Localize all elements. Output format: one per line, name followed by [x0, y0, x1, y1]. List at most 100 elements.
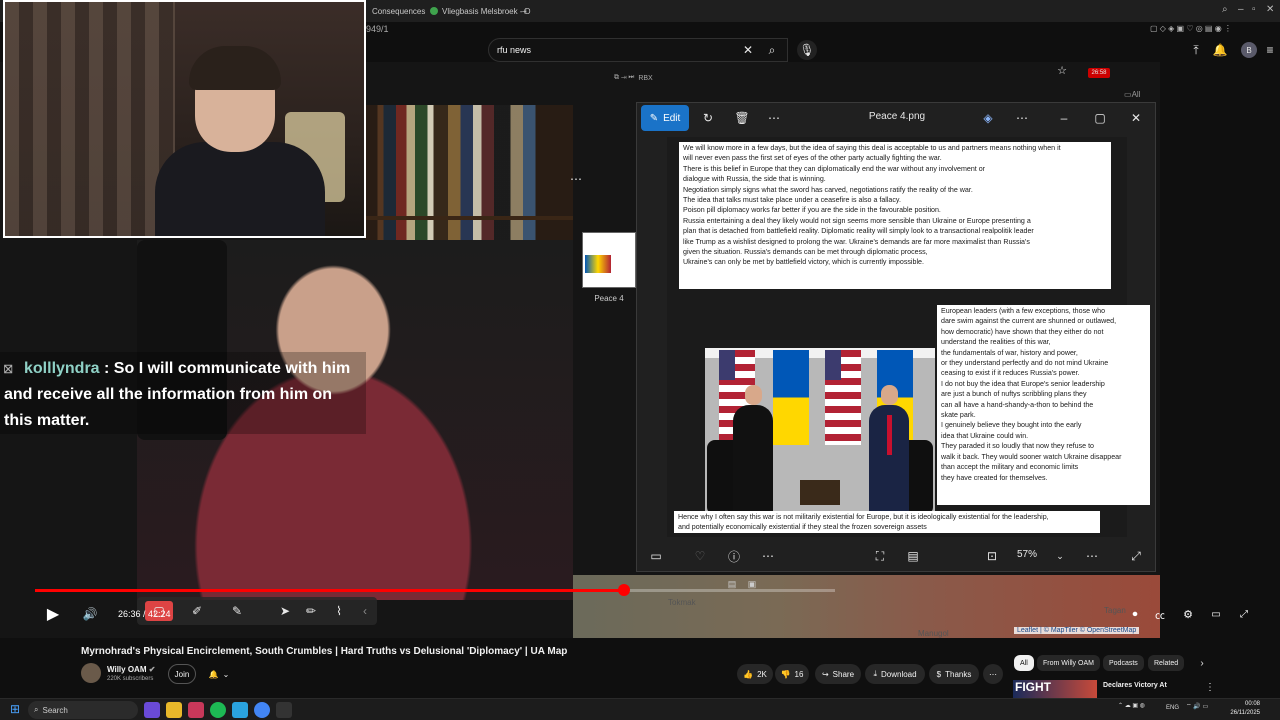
more-icon[interactable]: ⋯ [1015, 111, 1029, 125]
doc-line: Ukraine's can only be met by battlefield… [683, 258, 924, 267]
fullscreen-icon[interactable]: ⤢ [1129, 549, 1143, 563]
upload-icon[interactable]: ⤒ [1188, 42, 1204, 58]
share-label: Share [832, 669, 855, 679]
close-icon[interactable]: ✕ [1129, 111, 1143, 125]
chrome-icon[interactable] [254, 702, 270, 718]
notifications-bell-button[interactable]: 🔔 ⌄ [202, 664, 236, 684]
minimize-icon[interactable]: – [1238, 4, 1244, 15]
person-figure [733, 385, 773, 515]
more-options-icon[interactable]: ⋯ [570, 172, 582, 186]
fit-to-window-icon[interactable]: ⊡ [985, 549, 999, 563]
channel-name[interactable]: Willy OAM ✔ [107, 665, 155, 674]
doc-line: We will know more in a few days, but the… [683, 144, 1061, 152]
collapse-icon[interactable]: ‹ [357, 603, 373, 619]
doc-line: Russia entertaining a deal they likely w… [683, 216, 1031, 225]
share-button[interactable]: ↪ Share [815, 664, 861, 684]
telegram-icon[interactable] [232, 702, 248, 718]
scan-text-icon[interactable]: ▤ [906, 549, 920, 563]
progress-bar[interactable] [35, 584, 835, 596]
settings-gear-icon[interactable]: ⚙ [1181, 607, 1195, 621]
voice-search-icon[interactable]: 🎙 [797, 40, 817, 60]
play-icon[interactable]: ▶ [44, 605, 62, 623]
recommended-video-title[interactable]: Declares Victory At [1103, 682, 1167, 689]
extension-icons[interactable]: ▢ ◇ ◈ ▣ ♡ ◎ ▤ ◉ ⋮ [1150, 24, 1270, 33]
delete-icon[interactable]: 🗑 [734, 111, 749, 125]
more-actions-button[interactable]: ⋯ [983, 664, 1003, 684]
theater-mode-icon[interactable]: ▭ [1209, 607, 1223, 621]
map-attribution[interactable]: Leaflet | © MapTiler © OpenStreetMap [1014, 627, 1140, 634]
image-canvas[interactable]: We will know more in a few days, but the… [667, 137, 1150, 537]
highlighter-icon[interactable]: ⌇ [331, 603, 347, 619]
search-icon[interactable]: ⌕ [764, 42, 780, 58]
more-icon[interactable]: ⋯ [767, 111, 781, 125]
account-avatar[interactable]: B [1241, 42, 1257, 58]
pointer-icon[interactable]: ➤ [277, 603, 293, 619]
zoom-level[interactable]: 57% [1017, 549, 1037, 560]
media-controls[interactable]: ⧉ ⇥ ⏭ RBX [614, 74, 653, 82]
pencil-icon[interactable]: ✏ [303, 603, 319, 619]
chat-text: and receive all the information from him… [4, 386, 333, 403]
download-button[interactable]: ⤓ Download [865, 664, 925, 684]
all-bookmarks[interactable]: ▭ All [1124, 90, 1140, 99]
more-icon[interactable]: ⋮ [1204, 680, 1216, 694]
app-icon[interactable] [276, 702, 292, 718]
chip-from-channel[interactable]: From Willy OAM [1037, 655, 1100, 671]
dislike-button[interactable]: 👎 16 [775, 664, 809, 684]
streamer-body [155, 142, 325, 236]
chip-all[interactable]: All [1014, 655, 1034, 671]
thanks-button[interactable]: $ Thanks [929, 664, 979, 684]
mic-off-icon[interactable]: ✎ [229, 603, 245, 619]
taskbar-clock[interactable]: 00:08 26/11/2025 [1228, 700, 1260, 718]
network-volume-icons[interactable]: ⌔ 🔊 ▭ [1186, 702, 1208, 710]
notifications-bell-icon[interactable]: 🔔 [1212, 42, 1228, 58]
timer-text: 26:58 [1091, 70, 1107, 76]
favorite-heart-icon[interactable]: ♡ [693, 549, 707, 563]
filmstrip-toggle-icon[interactable]: ▭ [649, 549, 663, 563]
fullscreen-icon[interactable]: ⤢ [1237, 607, 1251, 621]
rotate-icon[interactable]: ↻ [701, 111, 715, 125]
join-button[interactable]: Join [168, 664, 196, 684]
clear-search-icon[interactable]: ✕ [740, 42, 756, 58]
windows-start-icon[interactable]: ⊞ [8, 702, 22, 716]
new-tab-button[interactable]: + [516, 2, 533, 20]
taskbar-search[interactable]: ⌕ Search [28, 701, 138, 719]
autoplay-toggle-icon[interactable]: ⏺ [1128, 607, 1142, 621]
copilot-app-icon[interactable] [144, 702, 160, 718]
search-query: rfu news [497, 45, 532, 55]
more-icon[interactable]: ⋯ [1085, 549, 1099, 563]
maximize-icon[interactable]: ▢ [1093, 111, 1107, 125]
visual-search-icon[interactable]: ⛶ [873, 549, 887, 563]
edit-button[interactable]: ✎ Edit [641, 105, 689, 131]
system-tray-icons[interactable]: ⌃ ☁ ▣ ◍ [1118, 702, 1145, 709]
doc-line: can all have a hand-shandy-a-thon to beh… [941, 400, 1094, 409]
chip-related[interactable]: Related [1148, 655, 1185, 671]
like-button[interactable]: 👍 2K [737, 664, 773, 684]
channel-avatar[interactable] [81, 663, 101, 683]
chevron-right-icon[interactable]: › [1196, 656, 1208, 670]
more-icon[interactable]: ⋯ [761, 549, 775, 563]
copilot-icon[interactable]: ◈ [981, 111, 995, 125]
filmstrip-thumbnail[interactable] [582, 232, 636, 288]
pen-off-icon[interactable]: ✐ [189, 603, 205, 619]
browser-tab[interactable]: Consequences [366, 2, 431, 20]
text-block-3: Hence why I often say this war is not mi… [674, 511, 1100, 533]
info-icon[interactable]: ⓘ [727, 549, 741, 564]
minimize-icon[interactable]: – [1057, 111, 1071, 125]
taskbar-search-label: Search [42, 705, 68, 715]
language-indicator[interactable]: ENG [1166, 705, 1179, 711]
maximize-icon[interactable]: ▫ [1252, 4, 1256, 15]
app-icon[interactable] [188, 702, 204, 718]
subtitles-icon[interactable]: ㏄ [1153, 607, 1167, 622]
webcam-overlay [3, 0, 366, 238]
chevron-down-icon[interactable]: ⌄ [1053, 549, 1067, 563]
scrubber-handle[interactable] [618, 584, 631, 596]
chip-podcasts[interactable]: Podcasts [1103, 655, 1144, 671]
menu-icon[interactable]: ≡ [1262, 42, 1278, 58]
map-label: Manugol [918, 629, 949, 638]
search-tabs-icon[interactable]: ⌕ [1222, 4, 1228, 15]
file-explorer-icon[interactable] [166, 702, 182, 718]
close-icon[interactable]: ✕ [1266, 4, 1274, 15]
spotify-icon[interactable] [210, 702, 226, 718]
volume-icon[interactable]: 🔊 [82, 606, 98, 622]
bookmark-star-icon[interactable]: ☆ [1054, 62, 1070, 78]
